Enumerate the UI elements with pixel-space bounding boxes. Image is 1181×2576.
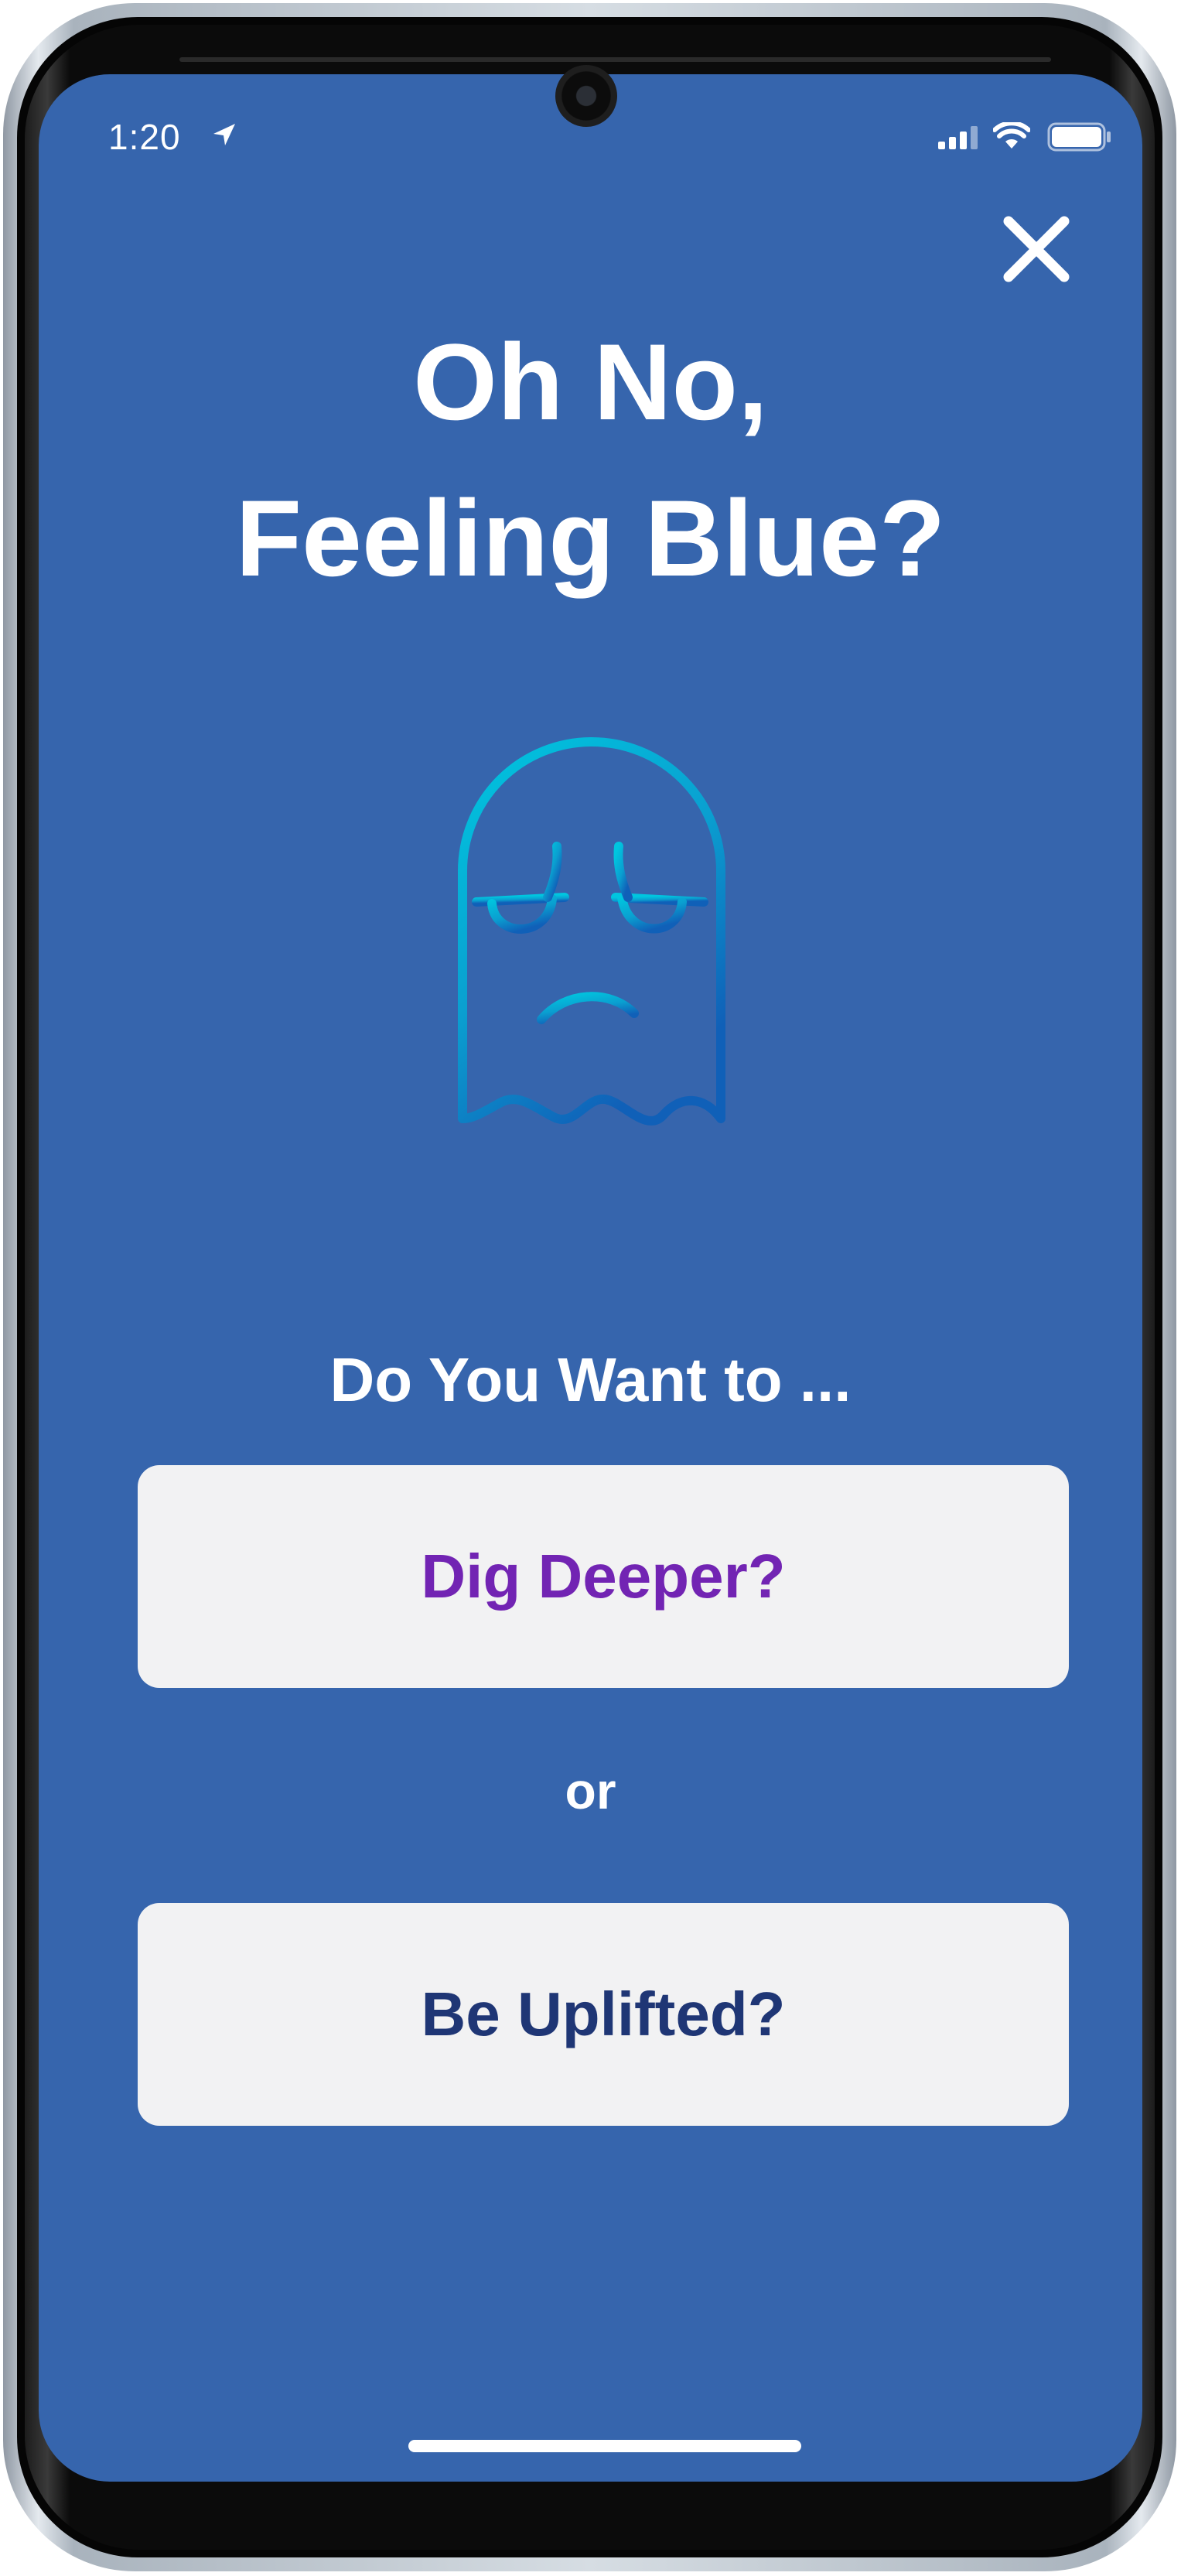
dig-deeper-button[interactable]: Dig Deeper? bbox=[138, 1465, 1069, 1688]
location-arrow-icon bbox=[213, 124, 235, 145]
speaker-line bbox=[179, 57, 1051, 62]
close-button[interactable] bbox=[998, 210, 1075, 288]
signal-icon bbox=[938, 126, 978, 149]
status-time: 1:20 bbox=[108, 117, 181, 157]
front-camera bbox=[555, 65, 617, 127]
home-indicator[interactable] bbox=[408, 2440, 801, 2452]
wifi-icon bbox=[993, 122, 1030, 149]
page-title-line-1: Oh No, bbox=[413, 321, 768, 442]
sad-ghost-icon bbox=[458, 737, 725, 1126]
battery-icon bbox=[1047, 122, 1111, 152]
or-separator: or bbox=[565, 1762, 616, 1819]
be-uplifted-label: Be Uplifted? bbox=[421, 1980, 786, 2048]
page-title-line-2: Feeling Blue? bbox=[235, 477, 946, 599]
dig-deeper-label: Dig Deeper? bbox=[421, 1542, 786, 1611]
question-prompt: Do You Want to ... bbox=[329, 1345, 852, 1414]
be-uplifted-button[interactable]: Be Uplifted? bbox=[138, 1903, 1069, 2126]
close-icon bbox=[1003, 216, 1070, 282]
